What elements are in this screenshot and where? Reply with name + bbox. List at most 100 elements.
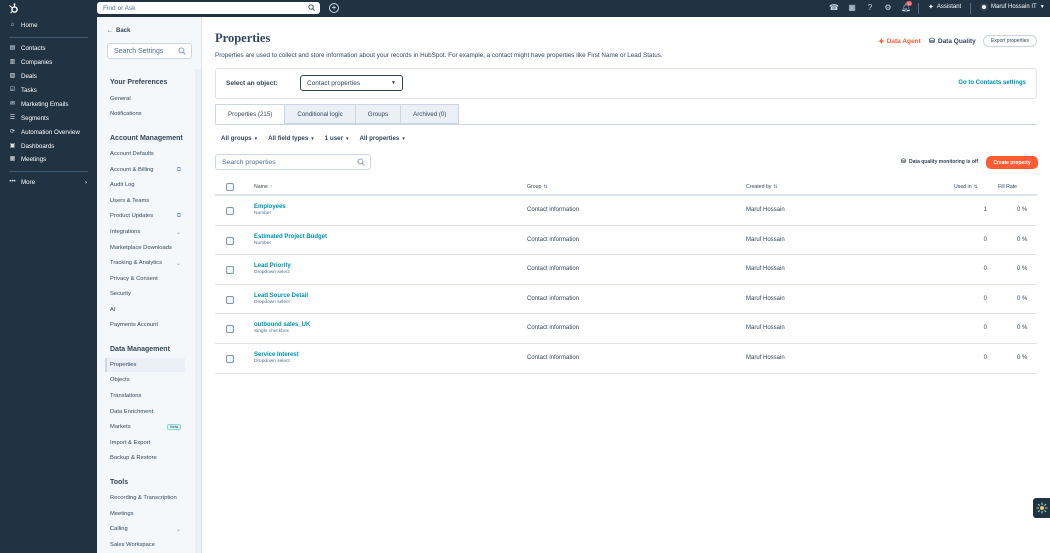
settings-item-integrations[interactable]: Integrations ⌄ — [105, 225, 185, 239]
row-checkbox[interactable] — [226, 325, 234, 334]
settings-scrollbar[interactable] — [195, 69, 201, 553]
hubspot-logo-icon[interactable] — [6, 2, 20, 16]
settings-search-input[interactable]: Search Settings — [107, 43, 192, 59]
settings-item-general[interactable]: General — [105, 92, 185, 106]
settings-item-properties[interactable]: Properties — [105, 358, 185, 372]
settings-item-data-enrichment[interactable]: Data Enrichment — [105, 405, 185, 419]
row-checkbox[interactable] — [226, 266, 234, 275]
nav-item-meetings[interactable]: ▦ Meetings — [0, 153, 97, 167]
property-name-link[interactable]: Service Interest — [254, 352, 299, 358]
row-checkbox[interactable] — [226, 207, 234, 215]
nav-label: More — [21, 179, 36, 187]
settings-item-account-billing[interactable]: Account & Billing ⧉ — [105, 163, 185, 177]
search-properties-input[interactable]: Search properties — [215, 154, 371, 170]
settings-item-markets[interactable]: Markets Beta — [105, 420, 185, 434]
nav-item-deals[interactable]: ▧ Deals — [0, 70, 97, 84]
row-checkbox[interactable] — [226, 236, 234, 245]
filter-all-properties[interactable]: All properties ▼ — [359, 135, 405, 142]
column-group-header[interactable]: Group ⇅ — [527, 184, 548, 190]
column-name-header[interactable]: Name ↑ — [254, 184, 272, 190]
settings-item-tracking-analytics[interactable]: Tracking & Analytics ⌄ — [105, 256, 185, 270]
settings-item-account-defaults[interactable]: Account Defaults — [105, 147, 185, 161]
settings-gear-icon[interactable]: ⚙ — [883, 2, 893, 14]
nav-item-companies[interactable]: ▥ Companies — [0, 56, 97, 70]
help-widget-icon[interactable] — [1033, 498, 1050, 518]
settings-item-ai[interactable]: AI — [105, 303, 185, 317]
property-group: Contact information — [527, 295, 580, 302]
object-select-dropdown[interactable]: Contact properties ▼ — [300, 75, 403, 91]
phone-icon[interactable]: ☎ — [829, 2, 839, 14]
row-checkbox[interactable] — [226, 355, 234, 363]
settings-item-security[interactable]: Security — [105, 287, 185, 301]
property-name-link[interactable]: Estimated Project Budget — [254, 234, 327, 240]
external-link-icon: ⧉ — [176, 166, 181, 173]
data-quality-monitoring-status[interactable]: ⛁ Data quality monitoring is off — [901, 158, 978, 166]
filter-all-field-types[interactable]: All field types ▼ — [268, 135, 315, 142]
settings-item-marketplace-downloads[interactable]: Marketplace Downloads — [105, 241, 185, 255]
column-label: Used in — [954, 184, 972, 190]
row-checkbox[interactable] — [226, 295, 234, 304]
settings-item-payments-account[interactable]: Payments Account — [105, 318, 185, 332]
nav-item-more[interactable]: ••• More › — [0, 176, 97, 190]
top-navigation-bar: Find or Ask + ☎ ▦ ? ⚙ 🔔︎ 11 ✦ Assistant … — [0, 0, 1050, 17]
global-search-input[interactable]: Find or Ask — [97, 2, 320, 14]
property-name-link[interactable]: outbound sales_UK — [254, 322, 310, 328]
property-used-in[interactable]: 1 — [977, 207, 987, 213]
data-agent-button[interactable]: ✦ Data Agent — [878, 37, 921, 46]
nav-item-home[interactable]: ⌂ Home — [0, 19, 97, 33]
filter-users[interactable]: 1 user ▼ — [325, 135, 350, 142]
settings-item-privacy-consent[interactable]: Privacy & Consent — [105, 272, 185, 286]
nav-item-marketing-emails[interactable]: ✉ Marketing Emails — [0, 97, 97, 111]
assistant-button[interactable]: ✦ Assistant — [928, 3, 961, 11]
back-button[interactable]: ← Back — [107, 28, 130, 34]
go-to-contacts-settings-link[interactable]: Go to Contacts settings — [958, 80, 1026, 86]
column-used-in-header[interactable]: Used in ⇅ — [954, 184, 978, 190]
select-all-checkbox[interactable] — [226, 183, 234, 191]
create-property-button[interactable]: Create property — [986, 156, 1038, 169]
nav-item-dashboards[interactable]: ▣ Dashboards — [0, 139, 97, 153]
column-fill-rate-header[interactable]: Fill Rate — [998, 184, 1017, 190]
account-menu[interactable]: Maruf Hossain IT ▼ — [980, 3, 1045, 11]
settings-item-users-teams[interactable]: Users & Teams — [105, 194, 185, 208]
settings-item-audit-log[interactable]: Audit Log — [105, 178, 185, 192]
property-name-link[interactable]: Employees — [254, 204, 286, 210]
search-icon[interactable] — [178, 47, 186, 57]
property-used-in[interactable]: 0 — [977, 355, 987, 361]
marketplace-icon[interactable]: ▦ — [847, 2, 857, 14]
property-used-in[interactable]: 0 — [977, 325, 987, 331]
tab-groups[interactable]: Groups — [354, 104, 402, 124]
table-row: Lead Source Detail Dropdown select Conta… — [215, 285, 1037, 315]
property-name-link[interactable]: Lead Priority — [254, 263, 291, 269]
settings-item-product-updates[interactable]: Product Updates ⧉ — [105, 209, 185, 223]
filter-all-groups[interactable]: All groups ▼ — [221, 135, 258, 142]
settings-item-recording-transcription[interactable]: Recording & Transcription — [105, 491, 185, 505]
data-quality-button[interactable]: ⛁ Data Quality — [929, 37, 976, 46]
property-used-in[interactable]: 0 — [977, 237, 987, 243]
tab-conditional-logic[interactable]: Conditional logic — [284, 104, 356, 124]
property-used-in[interactable]: 0 — [977, 266, 987, 272]
export-properties-button[interactable]: Export properties — [983, 35, 1037, 47]
settings-item-import-export[interactable]: Import & Export — [105, 436, 185, 450]
settings-item-sales-workspace[interactable]: Sales Workspace — [105, 538, 185, 552]
search-icon[interactable] — [308, 4, 315, 13]
settings-item-backup-restore[interactable]: Backup & Restore — [105, 451, 185, 465]
nav-item-segments[interactable]: ☰ Segments — [0, 111, 97, 125]
property-name-link[interactable]: Lead Source Detail — [254, 293, 308, 299]
sort-up-icon: ↑ — [269, 184, 273, 190]
settings-item-translations[interactable]: Translations — [105, 389, 185, 403]
add-plus-icon[interactable]: + — [329, 3, 339, 13]
nav-item-automation-overview[interactable]: ⟳ Automation Overview — [0, 125, 97, 139]
nav-item-contacts[interactable]: ▤ Contacts — [0, 42, 97, 56]
settings-item-objects[interactable]: Objects — [105, 373, 185, 387]
tab-archived[interactable]: Archived (0) — [400, 104, 460, 124]
settings-item-notifications[interactable]: Notifications — [105, 107, 185, 121]
search-icon[interactable] — [357, 158, 365, 168]
settings-item-label: Import & Export — [110, 440, 151, 446]
tab-properties[interactable]: Properties (215) — [215, 104, 286, 124]
nav-item-tasks[interactable]: ☑ Tasks — [0, 84, 97, 98]
help-icon[interactable]: ? — [865, 2, 875, 14]
property-used-in[interactable]: 0 — [977, 296, 987, 302]
settings-item-meetings[interactable]: Meetings — [105, 507, 185, 521]
settings-item-calling[interactable]: Calling ⌄ — [105, 522, 185, 536]
column-created-by-header[interactable]: Created by ⇅ — [746, 184, 778, 190]
